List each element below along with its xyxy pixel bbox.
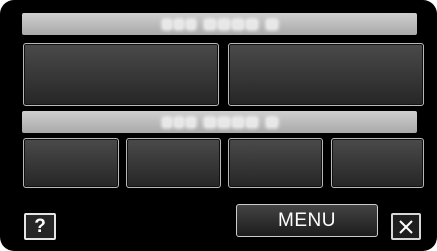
- bottom-option-button-1[interactable]: [23, 138, 119, 188]
- bottom-option-button-4[interactable]: [331, 138, 424, 188]
- top-option-button-right[interactable]: [228, 43, 424, 106]
- menu-button[interactable]: MENU: [236, 204, 378, 237]
- close-button[interactable]: [391, 213, 421, 240]
- blurred-label-icon: [162, 19, 277, 29]
- top-option-button-left[interactable]: [23, 43, 219, 106]
- close-x-icon: [399, 219, 413, 234]
- menu-label: MENU: [278, 209, 336, 231]
- top-section-header: [22, 13, 417, 35]
- help-button[interactable]: ?: [24, 213, 56, 240]
- bottom-section-header: [22, 111, 417, 133]
- bottom-option-button-2[interactable]: [126, 138, 221, 188]
- blurred-label-icon: [162, 117, 277, 127]
- help-label: ?: [34, 215, 46, 237]
- bottom-option-button-3[interactable]: [228, 138, 323, 188]
- camera-touch-screen: ? MENU: [0, 0, 437, 251]
